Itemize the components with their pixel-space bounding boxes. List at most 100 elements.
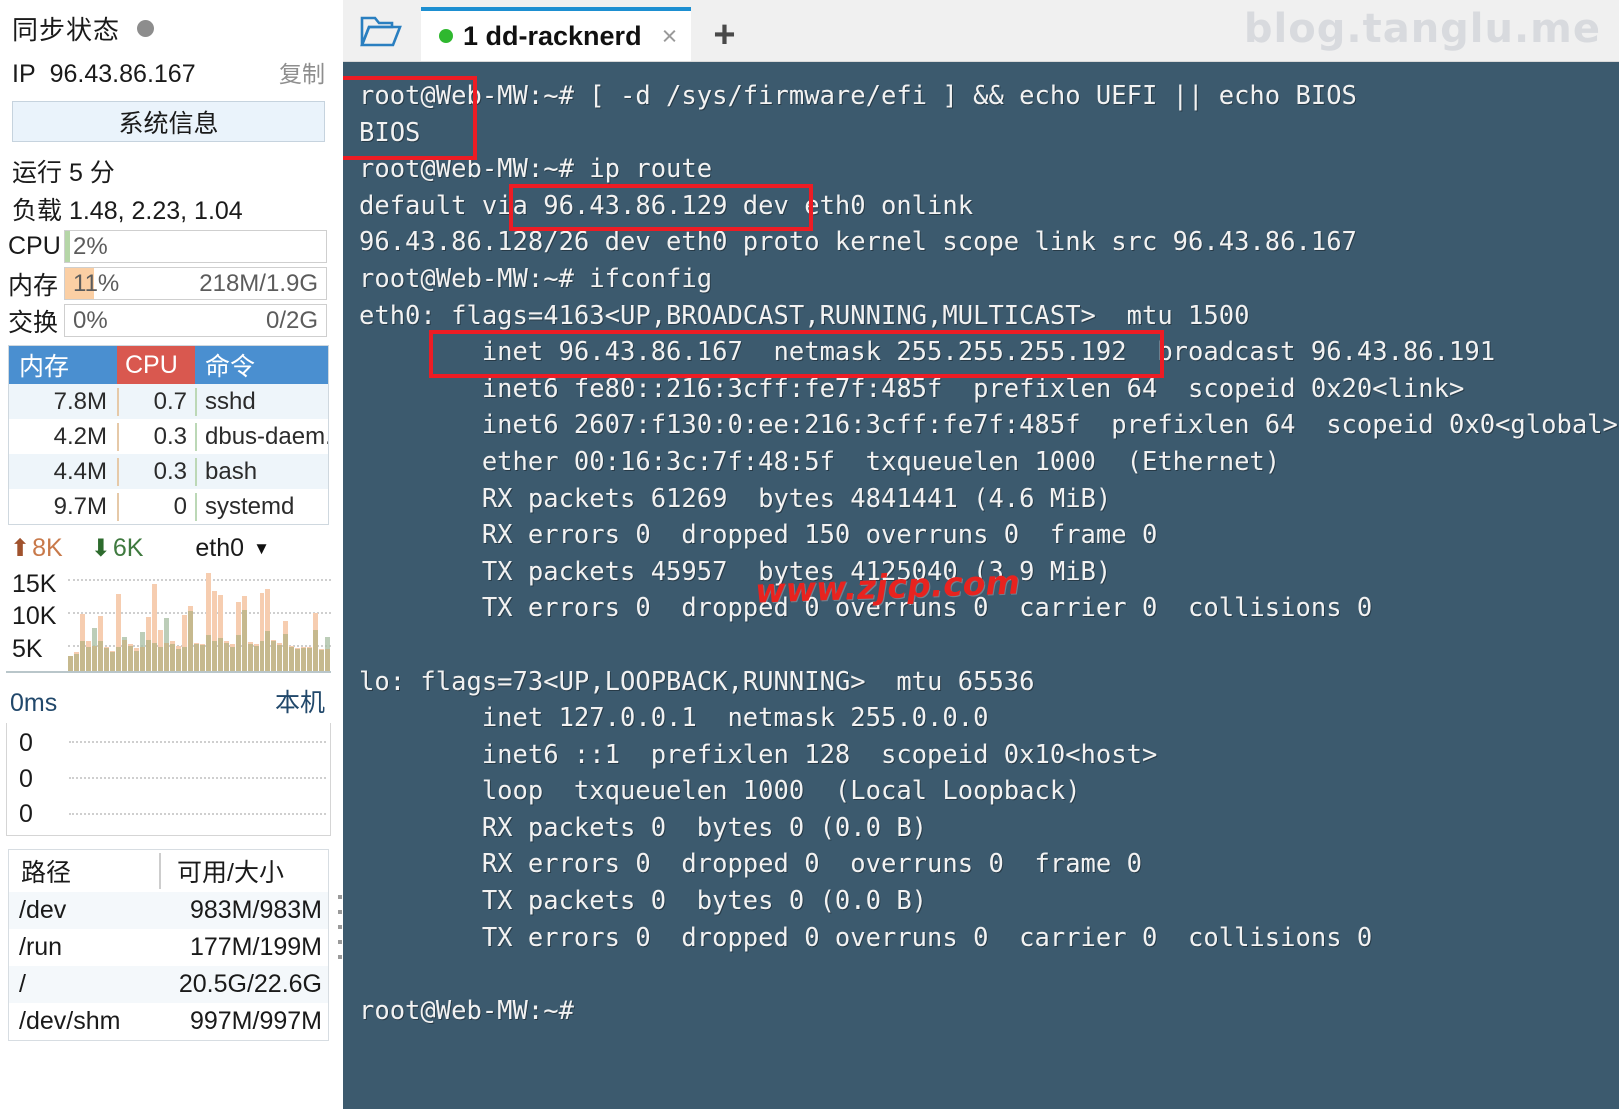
disk-col-size[interactable]: 可用/大小 [159,853,328,889]
network-ytick-5k: 5K [12,635,43,663]
new-tab-button[interactable]: + [713,14,735,57]
chart-bar-overlap [205,634,211,671]
chart-bar-overlap [109,651,115,671]
tab-title: 1 dd-racknerd [463,20,642,51]
ping-ytick-0-a: 0 [19,729,33,757]
chart-bar-overlap [295,649,301,671]
chart-bar-overlap [313,629,319,671]
process-col-command[interactable]: 命令 [195,346,328,384]
disk-size: 20.5G/22.6G [178,970,322,998]
chart-bar-overlap [301,647,307,671]
ping-header: 0ms 本机 [0,673,337,723]
meter-swap: 交换 0% 0/2G [0,302,337,339]
table-row[interactable]: 9.7M 0 systemd [9,489,328,524]
chart-bar-overlap [235,635,241,671]
process-cpu: 0.3 [117,422,195,451]
ping-target-host[interactable]: 本机 [275,683,325,719]
open-folder-icon[interactable] [355,8,407,54]
meter-cpu-percent: 2% [73,232,108,260]
chart-bar-overlap [307,648,313,671]
meter-swap-label: 交换 [8,308,59,337]
sync-status-label: 同步状态 [12,15,121,45]
chart-bar-overlap [289,647,295,671]
table-row[interactable]: 4.2M 0.3 dbus-daem... [9,419,328,454]
table-row[interactable]: /dev/shm 997M/997M [9,1003,328,1040]
terminal-pane: 1 dd-racknerd × + blog.tanglu.me root@We… [337,0,1619,1109]
disk-size: 177M/199M [189,933,322,961]
process-command: systemd [195,492,328,521]
tab-status-dot-icon [439,29,453,43]
disk-table-header: 路径 可用/大小 [9,850,328,892]
blog-watermark: blog.tanglu.me [1243,6,1601,52]
terminal-output-area[interactable]: root@Web-MW:~# [ -d /sys/firmware/efi ] … [337,62,1619,1109]
disk-path: /run [19,933,63,961]
chart-bar-overlap [175,648,181,671]
disk-path: /dev/shm [19,1007,121,1035]
network-download: ⬇ 6K [91,534,144,563]
disk-size: 983M/983M [189,896,322,924]
chart-bar-overlap [241,610,247,671]
table-row[interactable]: 4.4M 0.3 bash [9,454,328,489]
system-info-button[interactable]: 系统信息 [12,101,325,142]
chart-bar-overlap [187,610,193,671]
chart-bar-overlap [211,641,217,671]
process-memory: 4.4M [53,457,107,485]
chart-bar-overlap [319,650,325,671]
table-row[interactable]: /dev 983M/983M [9,892,328,929]
chart-bar-overlap [193,643,199,671]
splitter-grip-icon [338,895,342,970]
disk-col-path[interactable]: 路径 [9,853,159,889]
table-row[interactable]: / 20.5G/22.6G [9,966,328,1003]
table-row[interactable]: 7.8M 0.7 sshd [9,384,328,419]
network-throughput-chart: 15K 10K 5K [6,566,331,673]
load-average-text: 负载 1.48, 2.23, 1.04 [12,197,243,225]
process-command: dbus-daem... [195,422,328,451]
process-col-cpu[interactable]: CPU [117,346,195,384]
chart-bar-overlap [265,631,271,671]
ping-latency-value: 0ms [10,689,58,717]
process-memory: 4.2M [53,422,107,450]
meter-swap-bar: 0% 0/2G [64,304,327,337]
chart-bar-overlap [163,643,169,671]
process-memory: 9.7M [53,492,107,520]
app-root: 同步状态 IP 96.43.86.167 复制 系统信息 运行 5 分 负载 1… [0,0,1619,1109]
ping-latency-chart: 0 0 0 [6,723,331,836]
disk-path: / [19,970,26,998]
chart-bar-overlap [259,640,265,671]
close-icon[interactable]: × [662,21,678,52]
disk-path: /dev [19,896,67,924]
ping-ytick-0-b: 0 [19,765,33,793]
chart-bar-group [325,566,331,671]
meter-memory-bar: 11% 218M/1.9G [64,267,327,300]
chart-bar-overlap [253,645,259,671]
ip-row: IP 96.43.86.167 复制 [0,51,337,95]
process-command: bash [195,457,328,486]
process-command: sshd [195,387,328,416]
process-col-memory[interactable]: 内存 [9,346,117,384]
pane-splitter[interactable] [337,0,343,1109]
tab-bar: 1 dd-racknerd × + blog.tanglu.me [337,0,1619,62]
meter-memory-percent: 11% [73,269,120,297]
network-download-value: 6K [112,534,144,562]
network-upload: ⬆ 8K [10,534,63,563]
gridline [69,777,326,779]
copy-ip-button[interactable]: 复制 [279,55,325,89]
gridline [69,813,326,815]
uptime-text: 运行 5 分 [12,159,115,187]
meter-memory-label: 内存 [8,271,59,300]
disk-usage-table: 路径 可用/大小 /dev 983M/983M /run 177M/199M /… [8,849,329,1041]
disk-size: 997M/997M [189,1007,322,1035]
meter-memory: 内存 11% 218M/1.9G [0,265,337,302]
process-table: 内存 CPU 命令 7.8M 0.7 sshd 4.2M 0.3 dbus-da… [8,345,329,525]
chart-bar-overlap [229,646,235,671]
ip-label: IP [12,60,36,88]
table-row[interactable]: /run 177M/199M [9,929,328,966]
tab-dd-racknerd[interactable]: 1 dd-racknerd × [421,7,692,61]
network-header: ⬆ 8K ⬇ 6K eth0 ▼ [0,525,337,566]
sync-status-indicator-dot [137,20,155,37]
process-table-header: 内存 CPU 命令 [9,346,328,384]
network-interface-select[interactable]: eth0 ▼ [195,534,270,563]
chart-bar-overlap [73,654,79,671]
network-ytick-10k: 10K [12,602,57,630]
meter-cpu-label: CPU [8,232,61,260]
